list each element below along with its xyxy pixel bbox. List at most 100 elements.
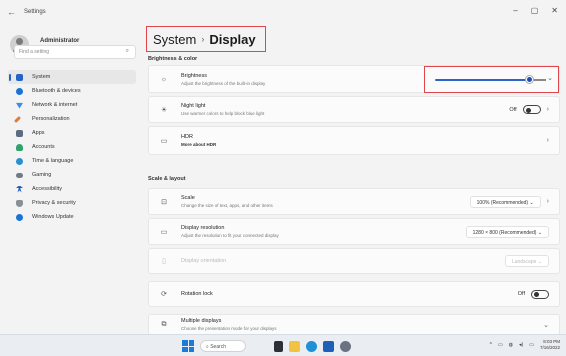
sidebar-item-bluetooth[interactable]: Bluetooth & devices — [8, 84, 136, 98]
multiple-displays-card[interactable]: ⧉ Multiple displays Choose the presentat… — [148, 314, 560, 334]
volume-icon[interactable]: ◂) — [519, 342, 523, 348]
night-light-state: Off — [509, 106, 517, 113]
orientation-title: Display orientation — [181, 258, 227, 264]
keyboard-icon[interactable]: ▭ — [498, 342, 503, 348]
chevron-right-icon[interactable]: › — [547, 198, 549, 205]
night-light-icon: ☀ — [160, 106, 168, 114]
brightness-slider-thumb[interactable] — [526, 76, 533, 83]
sidebar-item-personalization[interactable]: Personalization — [8, 112, 136, 126]
taskbar-search[interactable]: ⌕ Search — [200, 340, 246, 352]
sidebar-item-label: System — [32, 74, 51, 80]
shield-icon — [16, 199, 23, 207]
resolution-title: Display resolution — [181, 225, 225, 231]
scale-desc: Change the size of text, apps, and other… — [181, 203, 273, 208]
clock[interactable]: 8:03 PM 7/16/2022 — [540, 339, 560, 351]
sidebar-item-label: Windows Update — [32, 214, 74, 220]
hdr-title: HDR — [181, 134, 193, 140]
back-arrow-icon[interactable]: ← — [0, 7, 18, 17]
rotation-lock-icon: ⟳ — [161, 291, 167, 298]
night-light-desc: Use warmer colors to help block blue lig… — [181, 111, 265, 116]
chevron-up-icon[interactable]: ^ — [490, 342, 492, 348]
sidebar-item-accessibility[interactable]: Accessibility — [8, 182, 136, 196]
sidebar-item-apps[interactable]: Apps — [8, 126, 136, 140]
chevron-down-icon[interactable]: ⌄ — [543, 321, 549, 329]
search-placeholder: Find a setting — [19, 49, 50, 55]
scale-dropdown[interactable]: 100% (Recommended) ⌄ — [469, 195, 541, 208]
edge-icon[interactable] — [306, 340, 317, 352]
multiple-displays-desc: Choose the presentation mode for your di… — [181, 326, 277, 331]
sidebar-item-privacy[interactable]: Privacy & security — [8, 196, 136, 210]
resolution-dropdown[interactable]: 1280 × 800 (Recommended) ⌄ — [465, 225, 549, 238]
multiple-displays-title: Multiple displays — [181, 318, 222, 324]
battery-icon[interactable]: ▭ — [529, 342, 534, 348]
sidebar-item-label: Accessibility — [32, 186, 62, 192]
gaming-icon — [16, 172, 23, 178]
file-explorer-icon[interactable] — [289, 340, 300, 352]
resolution-card: ▭ Display resolution Adjust the resoluti… — [148, 218, 560, 245]
rotation-lock-state: Off — [517, 291, 525, 297]
store-icon[interactable] — [323, 340, 334, 352]
scale-card: ⊡ Scale Change the size of text, apps, a… — [148, 188, 560, 215]
sidebar-item-network[interactable]: Network & internet — [8, 98, 136, 112]
settings-icon[interactable] — [340, 340, 351, 352]
rotation-lock-toggle[interactable] — [531, 289, 549, 299]
sidebar-item-label: Apps — [32, 130, 45, 136]
task-view-icon[interactable] — [274, 340, 283, 352]
chevron-down-icon[interactable]: ⌄ — [547, 74, 553, 82]
profile-name: Administrator — [40, 38, 80, 44]
sidebar-item-label: Accounts — [32, 144, 55, 150]
chevron-right-icon: › — [201, 34, 205, 44]
section-scale-layout: Scale & layout — [148, 176, 186, 182]
brightness-slider-track[interactable] — [531, 79, 546, 81]
taskbar-apps: ⌕ Search — [182, 340, 351, 352]
orientation-icon: ▯ — [162, 258, 166, 265]
sidebar-item-label: Bluetooth & devices — [32, 88, 81, 94]
title-bar: ← Settings — [0, 0, 566, 24]
wifi-icon — [16, 102, 23, 109]
start-button[interactable] — [182, 340, 194, 352]
sidebar-item-label: Personalization — [32, 116, 70, 122]
taskbar-search-label: Search — [210, 344, 227, 350]
section-brightness-color: Brightness & color — [148, 56, 198, 62]
accounts-icon — [16, 143, 23, 151]
system-tray: ^ ▭ ◍ ◂) ▭ 8:03 PM 7/16/2022 — [490, 339, 560, 351]
network-icon[interactable]: ◍ — [509, 342, 513, 348]
brightness-slider-fill[interactable] — [435, 79, 531, 81]
sidebar-item-windows-update[interactable]: Windows Update — [8, 210, 136, 224]
scale-value: 100% (Recommended) — [476, 199, 529, 206]
hdr-link[interactable]: More about HDR — [181, 142, 541, 147]
breadcrumb-parent[interactable]: System — [153, 32, 196, 47]
sidebar-item-label: Privacy & security — [32, 200, 76, 206]
accessibility-icon — [16, 185, 23, 193]
sidebar-item-system[interactable]: System — [8, 70, 136, 84]
night-light-card[interactable]: ☀ Night light Use warmer colors to help … — [148, 96, 560, 123]
night-light-toggle[interactable] — [522, 105, 541, 114]
bluetooth-icon — [16, 87, 23, 95]
sidebar-item-label: Time & language — [32, 158, 74, 164]
app-title: Settings — [24, 9, 46, 15]
multiple-displays-icon: ⧉ — [161, 320, 167, 328]
sidebar-item-accounts[interactable]: Accounts — [8, 140, 136, 154]
chevron-right-icon[interactable]: › — [547, 106, 549, 113]
sidebar-item-gaming[interactable]: Gaming — [8, 168, 136, 182]
system-icon — [16, 73, 23, 81]
apps-icon — [16, 129, 23, 137]
sidebar-item-label: Network & internet — [32, 102, 78, 108]
close-button[interactable]: ✕ — [551, 6, 558, 15]
clock-date: 7/16/2022 — [539, 345, 560, 350]
taskbar: ⌕ Search ^ ▭ ◍ ◂) ▭ 8:03 PM 7/16/2022 — [0, 334, 566, 356]
minimize-button[interactable]: – — [513, 6, 517, 15]
hdr-card[interactable]: ▭ HDR More about HDR › — [148, 126, 560, 155]
sun-icon: ☼ — [160, 75, 168, 83]
rotation-lock-title: Rotation lock — [181, 291, 213, 297]
update-icon — [16, 213, 23, 221]
chevron-right-icon[interactable]: › — [547, 137, 549, 144]
resolution-icon: ▭ — [160, 228, 168, 236]
search-input[interactable]: Find a setting ⌕ — [14, 45, 136, 59]
maximize-button[interactable]: ▢ — [531, 6, 539, 15]
nav-list: System Bluetooth & devices Network & int… — [8, 70, 136, 224]
page-title: Display — [209, 31, 256, 47]
sidebar-item-time-language[interactable]: Time & language — [8, 154, 136, 168]
scale-icon: ⊡ — [161, 198, 167, 206]
brightness-slider-highlight: ⌄ — [424, 66, 559, 93]
